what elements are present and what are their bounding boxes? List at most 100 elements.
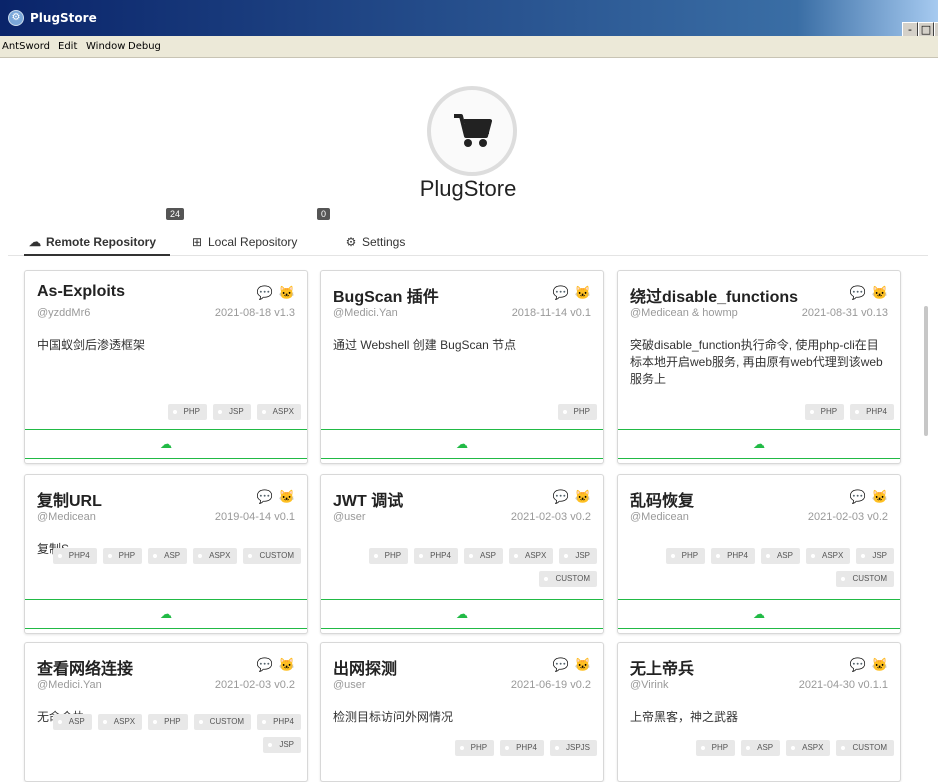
store-title: PlugStore	[419, 176, 517, 201]
tag: ASPX	[256, 404, 301, 420]
comment-icon[interactable]: 💬	[553, 657, 569, 672]
tag: PHP	[804, 404, 845, 420]
github-icon[interactable]: 🐱	[872, 489, 888, 504]
tag: ASPX	[805, 548, 851, 564]
tag: PHP	[454, 740, 495, 756]
github-icon[interactable]: 🐱	[575, 489, 591, 504]
plugin-tags: PHP PHP4 JSPJS	[327, 737, 597, 760]
download-button[interactable]: ☁	[321, 429, 603, 459]
comment-icon[interactable]: 💬	[257, 657, 273, 672]
plugin-card: 无上帝兵 💬 🐱 @Virink 2021-04-30 v0.1.1 上帝黑客，神…	[617, 642, 901, 782]
comment-icon[interactable]: 💬	[553, 489, 569, 504]
plugin-card: 乱码恢复 💬 🐱 @Medicean 2021-02-03 v0.2 PHP PHP…	[617, 474, 901, 634]
tag: PHP	[695, 740, 736, 756]
tag: CUSTOM	[836, 571, 894, 587]
tag: ASP	[52, 714, 92, 730]
comment-icon[interactable]: 💬	[553, 285, 569, 300]
plugin-card: JWT 调试 💬 🐱 @user 2021-02-03 v0.2 PHP PHP4 A…	[320, 474, 604, 634]
tag: CUSTOM	[836, 740, 894, 756]
plugstore-content: PlugStore 24 0 ☁ Remote Repository ⊞ Local…	[8, 58, 928, 782]
github-icon[interactable]: 🐱	[575, 657, 591, 672]
scrollbar-thumb[interactable]	[924, 306, 928, 436]
comment-icon[interactable]: 💬	[850, 489, 866, 504]
menu-window[interactable]: Window	[86, 41, 125, 52]
tag: ASPX	[786, 740, 831, 756]
plugin-name: 复制URL	[37, 493, 102, 510]
plugin-author: @Medici.Yan	[37, 679, 102, 691]
menu-debug[interactable]: Debug	[128, 41, 161, 52]
plugin-date-version: 2021-08-18 v1.3	[214, 307, 295, 319]
menu-antsword[interactable]: AntSword	[2, 41, 50, 52]
tag: PHP4	[52, 548, 97, 564]
comment-icon[interactable]: 💬	[257, 489, 273, 504]
tag: PHP	[368, 548, 409, 564]
tag: CUSTOM	[243, 548, 301, 564]
plugin-author: @user	[333, 679, 366, 691]
plugin-card: 出网探测 💬 🐱 @user 2021-06-19 v0.2 检测目标访问外网情况…	[320, 642, 604, 782]
window-title: PlugStore	[30, 11, 97, 25]
tag: JSP	[856, 548, 894, 564]
download-button[interactable]: ☁	[321, 599, 603, 629]
tag: PHP4	[257, 714, 301, 730]
tag: ASPX	[508, 548, 554, 564]
tag: JSP	[559, 548, 597, 564]
github-icon[interactable]: 🐱	[279, 657, 295, 672]
plugin-card: 复制URL 💬🐱 @Medicean 2019-04-14 v0.1 复制S P…	[24, 474, 308, 634]
tag: PHP	[557, 404, 597, 420]
tag: CUSTOM	[539, 571, 597, 587]
tab-settings[interactable]: ⚙ Settings	[344, 228, 406, 256]
plugin-author: @Medicean	[630, 511, 689, 523]
plugin-card: BugScan 插件 💬 🐱 @Medici.Yan 2018-11-14 v0.…	[320, 270, 604, 464]
plugin-tags: PHP PHP4	[624, 401, 894, 424]
tag: ASPX	[193, 548, 238, 564]
download-button[interactable]: ☁	[618, 599, 900, 629]
plugin-date-version: 2021-02-03 v0.2	[510, 511, 591, 523]
menu-edit[interactable]: Edit	[58, 41, 77, 52]
remote-count-badge: 24	[166, 208, 185, 220]
plugin-date-version: 2021-04-30 v0.1.1	[798, 679, 888, 691]
plugin-date-version: 2021-02-03 v0.2	[214, 679, 295, 691]
github-icon[interactable]: 🐱	[872, 285, 888, 300]
plugin-tags: PHP JSP ASPX	[31, 401, 301, 424]
menu-bar: AntSword Edit Window Debug	[0, 36, 938, 58]
plugin-name: 无上帝兵	[630, 661, 695, 678]
github-icon[interactable]: 🐱	[575, 285, 591, 300]
plugin-description: 上帝黑客，神之武器	[630, 710, 739, 724]
plugin-date-version: 2021-06-19 v0.2	[510, 679, 591, 691]
github-icon[interactable]: 🐱	[872, 657, 888, 672]
plugin-description: 检测目标访问外网情况	[333, 710, 454, 724]
tag: ASP	[148, 548, 188, 564]
comment-icon[interactable]: 💬	[257, 285, 273, 300]
gear-icon: ⚙	[345, 235, 357, 249]
plugin-name: As-Exploits	[37, 283, 126, 300]
plugin-tags: PHP PHP4 ASP ASPX JSP CUSTOM	[624, 545, 894, 591]
comment-icon[interactable]: 💬	[850, 285, 866, 300]
repository-tabs: 24 0 ☁ Remote Repository ⊞ Local Repositor…	[8, 208, 928, 256]
plugin-name: 乱码恢复	[630, 493, 695, 510]
github-icon[interactable]: 🐱	[279, 489, 295, 504]
github-icon[interactable]: 🐱	[279, 285, 295, 300]
tag: PHP4	[711, 548, 755, 564]
plugin-author: @Medici.Yan	[333, 307, 398, 319]
tag: PHP	[148, 714, 188, 730]
sitemap-icon: ⊞	[191, 235, 203, 249]
tab-local-repository[interactable]: ⊞ Local Repository	[190, 228, 297, 256]
cloud-download-icon: ☁	[456, 607, 468, 621]
tag: PHP4	[414, 548, 458, 564]
tag: PHP4	[850, 404, 894, 420]
tab-remote-repository[interactable]: ☁ Remote Repository	[24, 228, 171, 256]
antsword-app-icon: ⚙	[8, 10, 24, 26]
comment-icon[interactable]: 💬	[850, 657, 866, 672]
plugin-tags: PHP PHP4 ASP ASPX JSP CUSTOM	[327, 545, 597, 591]
tag: PHP	[167, 404, 207, 420]
store-logo	[427, 86, 517, 176]
download-button[interactable]: ☁	[25, 599, 307, 629]
tag: PHP	[665, 548, 706, 564]
plugin-date-version: 2018-11-14 v0.1	[511, 307, 591, 319]
download-button[interactable]: ☁	[25, 429, 307, 459]
tag: JSP	[212, 404, 251, 420]
tag: ASP	[463, 548, 503, 564]
plugin-author: @Medicean & howmp	[630, 307, 738, 319]
download-button[interactable]: ☁	[618, 429, 900, 459]
tag: JSPJS	[549, 740, 597, 756]
